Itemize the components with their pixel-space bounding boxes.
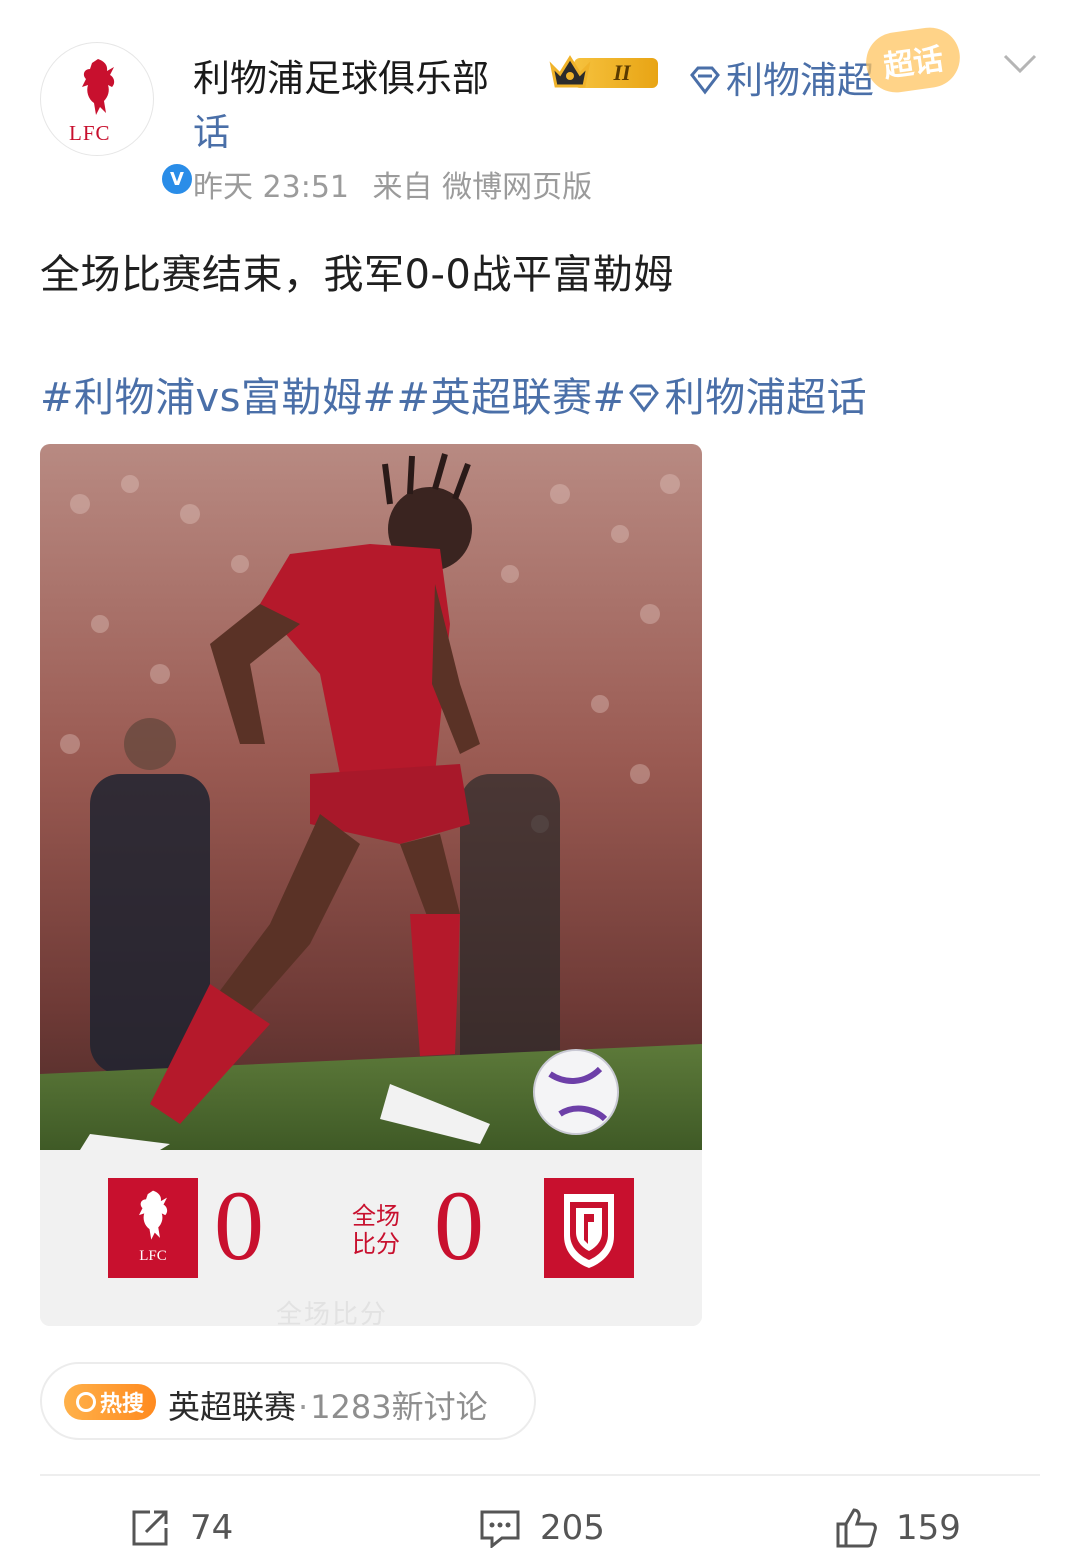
super-topic-diamond-icon (690, 66, 720, 95)
away-score: 0 (434, 1170, 484, 1281)
hot-search-count: 1283新讨论 (310, 1388, 488, 1426)
vip-badge[interactable]: II (548, 54, 660, 92)
thumbs-up-icon (836, 1508, 877, 1548)
hashtags: #利物浦vs富勒姆##英超联赛# 利物浦超话 (40, 365, 867, 423)
super-topic-link-cont[interactable]: 话 (193, 102, 230, 156)
avatar[interactable]: LFC V (40, 42, 195, 197)
watermark-text: 全场比分 (276, 1300, 389, 1326)
chevron-down-icon[interactable] (1002, 52, 1038, 76)
comment-icon (480, 1510, 520, 1548)
action-bar: 74 205 159 (0, 1500, 1080, 1548)
match-photo[interactable] (40, 444, 702, 1150)
verified-badge-icon: V (159, 161, 195, 197)
comment-count: 205 (540, 1508, 605, 1548)
hot-search-tag-label: 热搜 (99, 1392, 144, 1417)
fulham-shield-icon (564, 1194, 614, 1268)
super-topic-badge[interactable]: 超话 (862, 23, 964, 97)
super-topic-link-text: 利物浦超 (726, 59, 874, 102)
super-topic-link[interactable]: 利物浦超 (688, 50, 874, 104)
hot-search-topic: 英超联赛·1283新讨论 (168, 1382, 488, 1428)
full-time-label: 全场 比分 (340, 1202, 412, 1258)
full-time-label-line1: 全场 (352, 1202, 400, 1230)
post-header: LFC V 利物浦足球俱乐部 II 利物浦超 话 超话 昨天 23:51 来自 … (0, 0, 1080, 210)
search-icon (75, 1392, 96, 1412)
avatar-lfc-text: LFC (69, 121, 111, 145)
post-text: 全场比赛结束，我军0-0战平富勒姆 (40, 252, 674, 298)
super-topic-diamond-icon (628, 384, 659, 413)
post-source: 来自 微博网页版 (372, 170, 593, 205)
full-time-label-line2: 比分 (352, 1230, 400, 1258)
hot-search-tag: 热搜 (64, 1384, 156, 1420)
liverpool-crest: LFC (108, 1178, 198, 1278)
home-score: 0 (214, 1170, 264, 1281)
username[interactable]: 利物浦足球俱乐部 (193, 48, 489, 102)
like-count: 159 (896, 1508, 961, 1548)
hot-search-separator: · (298, 1388, 309, 1426)
share-button[interactable]: 74 (128, 1506, 233, 1548)
hashtag-liverpool-vs-fulham[interactable]: #利物浦vs富勒姆# (40, 375, 397, 421)
post-meta: 昨天 23:51 来自 微博网页版 (193, 162, 606, 206)
liverbird-icon (139, 1190, 168, 1240)
fulham-crest (544, 1178, 634, 1278)
hot-search-topic-name: 英超联赛 (168, 1388, 297, 1426)
score-panel: LFC 0 全场 比分 0 全场比分 (40, 1150, 702, 1326)
post-image-card[interactable]: LFC 0 全场 比分 0 全场比分 (40, 444, 702, 1326)
crown-icon (549, 55, 591, 88)
comment-button[interactable]: 205 (478, 1506, 605, 1548)
liverbird-icon (82, 59, 115, 115)
like-button[interactable]: 159 (834, 1506, 961, 1548)
divider (40, 1474, 1040, 1476)
post-time: 昨天 23:51 (193, 170, 349, 205)
crest-lfc-text: LFC (139, 1248, 167, 1264)
hot-search-pill[interactable]: 热搜 英超联赛·1283新讨论 (40, 1362, 536, 1440)
share-count: 74 (190, 1508, 234, 1548)
hashtag-premier-league[interactable]: #英超联赛# (397, 375, 627, 421)
share-icon (132, 1510, 168, 1546)
hashtag-liverpool-super-topic[interactable]: 利物浦超话 (665, 375, 868, 421)
